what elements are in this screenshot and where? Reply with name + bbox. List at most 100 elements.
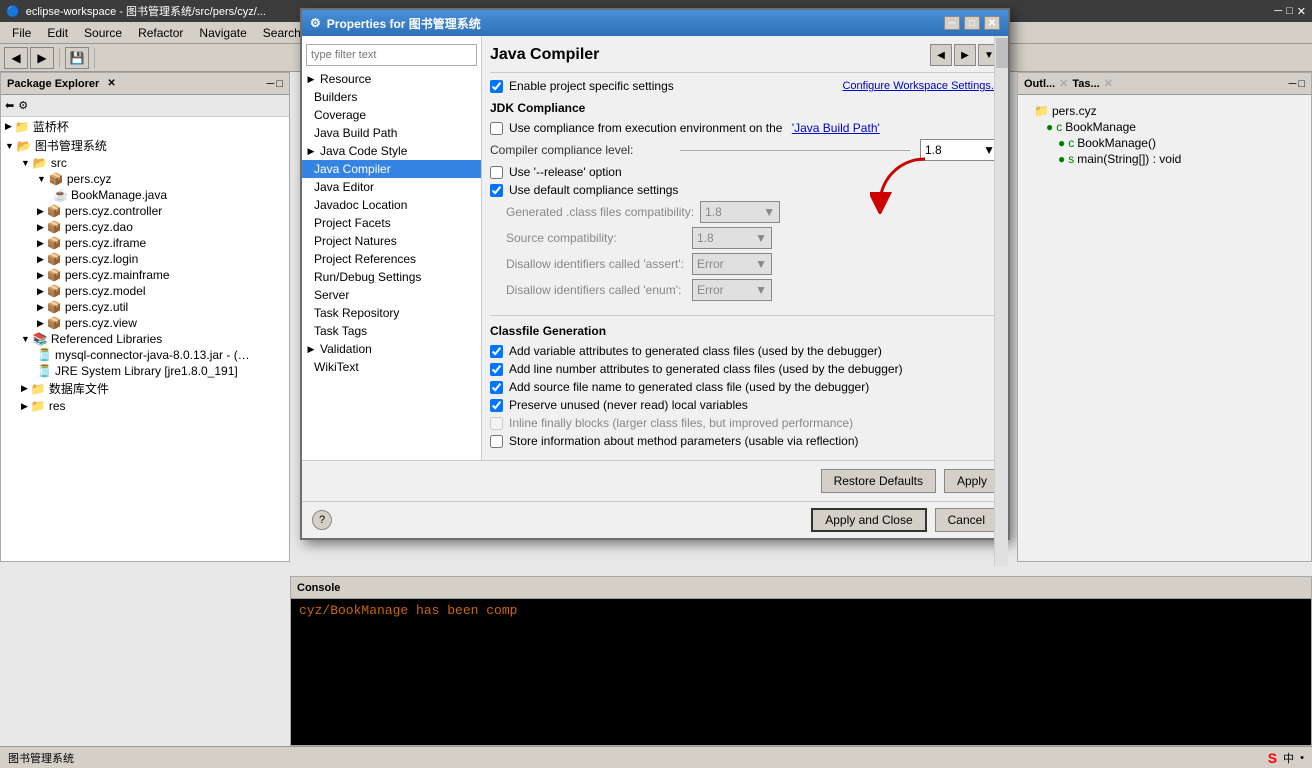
java-build-path-link[interactable]: 'Java Build Path' — [792, 121, 880, 135]
use-default-row: Use default compliance settings — [490, 183, 1000, 197]
nav-item-resource[interactable]: ▶ Resource — [302, 70, 481, 88]
outline-header: Outl... ✕ Tas... ✕ ─ □ — [1018, 73, 1311, 95]
classfile-label-1: Add line number attributes to generated … — [509, 362, 903, 376]
jdk-compliance-section: JDK Compliance — [490, 101, 1000, 115]
enum-value: Error — [697, 283, 724, 297]
dialog-close-btn[interactable]: ✕ — [984, 16, 1000, 30]
nav-label: Project Natures — [314, 234, 397, 248]
compiler-level-row: Compiler compliance level: 1.8 ▼ — [490, 139, 1000, 161]
classfile-label-2: Add source file name to generated class … — [509, 380, 869, 394]
status-icon-zh: 中 — [1283, 750, 1294, 766]
nav-item-project-references[interactable]: Project References — [302, 250, 481, 268]
nav-filter-input[interactable] — [306, 44, 477, 66]
use-compliance-row: Use compliance from execution environmen… — [490, 121, 1000, 135]
minimize-outline-icon[interactable]: ─ — [1289, 78, 1297, 90]
nav-item-javadoc[interactable]: Javadoc Location — [302, 196, 481, 214]
console-output: cyz/BookManage has been comp — [291, 599, 1311, 745]
status-dots: • — [1300, 752, 1304, 764]
nav-item-coverage[interactable]: Coverage — [302, 106, 481, 124]
dialog-nav: ▶ Resource Builders Coverage Java Build … — [302, 36, 482, 460]
tasks-tab[interactable]: Tas... — [1072, 78, 1099, 90]
generated-class-value: 1.8 — [705, 205, 722, 219]
classfile-label-0: Add variable attributes to generated cla… — [509, 344, 882, 358]
apply-and-close-button[interactable]: Apply and Close — [811, 508, 926, 532]
use-compliance-label: Use compliance from execution environmen… — [509, 121, 786, 135]
enable-project-specific-checkbox[interactable] — [490, 80, 503, 93]
help-icon[interactable]: ? — [312, 510, 332, 530]
classfile-cb-4 — [490, 417, 503, 430]
configure-workspace-link[interactable]: Configure Workspace Settings... — [842, 80, 1000, 92]
classfile-label-5: Store information about method parameter… — [509, 434, 859, 448]
panel-back-btn[interactable]: ◀ — [930, 44, 952, 66]
use-default-checkbox[interactable] — [490, 184, 503, 197]
separator — [680, 150, 910, 151]
dialog-right-panel: Java Compiler ◀ ▶ ▼ Enable project speci… — [482, 36, 1008, 460]
generated-class-dropdown[interactable]: 1.8 ▼ — [700, 201, 780, 223]
dialog-actions-row: Restore Defaults Apply — [302, 460, 1008, 501]
enable-project-specific-row: Enable project specific settings Configu… — [490, 79, 1000, 93]
nav-label: Coverage — [314, 108, 366, 122]
classfile-item-4: Inline finally blocks (larger class file… — [490, 416, 1000, 430]
properties-dialog: ⚙ Properties for 图书管理系统 ─ □ ✕ ▶ Resource — [300, 8, 1010, 540]
classfile-item-2: Add source file name to generated class … — [490, 380, 1000, 394]
console-text: cyz/BookManage has been comp — [299, 603, 517, 618]
cancel-button[interactable]: Cancel — [935, 508, 998, 532]
use-compliance-checkbox[interactable] — [490, 122, 503, 135]
source-compat-row: Source compatibility: 1.8 ▼ — [490, 227, 1000, 249]
nav-item-project-natures[interactable]: Project Natures — [302, 232, 481, 250]
classfile-cb-5[interactable] — [490, 435, 503, 448]
classfile-cb-1[interactable] — [490, 363, 503, 376]
use-release-checkbox[interactable] — [490, 166, 503, 179]
nav-label: WikiText — [314, 360, 359, 374]
right-panel-scrollbar[interactable] — [994, 36, 1008, 566]
nav-item-project-facets[interactable]: Project Facets — [302, 214, 481, 232]
assert-dropdown[interactable]: Error ▼ — [692, 253, 772, 275]
compiler-level-dropdown[interactable]: 1.8 ▼ — [920, 139, 1000, 161]
dialog-maximize-btn[interactable]: □ — [964, 16, 980, 30]
nav-item-task-repo[interactable]: Task Repository — [302, 304, 481, 322]
nav-item-run-debug[interactable]: Run/Debug Settings — [302, 268, 481, 286]
maximize-outline-icon[interactable]: □ — [1298, 78, 1305, 90]
nav-label: Project References — [314, 252, 416, 266]
dialog-title-icon: ⚙ — [310, 16, 321, 30]
classfile-item-3: Preserve unused (never read) local varia… — [490, 398, 1000, 412]
use-release-label: Use '--release' option — [509, 165, 622, 179]
nav-label: Java Compiler — [314, 162, 391, 176]
nav-item-java-code-style[interactable]: ▶ Java Code Style — [302, 142, 481, 160]
outline-item-main[interactable]: ●smain(String[]) : void — [1026, 151, 1303, 167]
nav-label: Task Repository — [314, 306, 399, 320]
restore-defaults-button[interactable]: Restore Defaults — [821, 469, 936, 493]
nav-item-server[interactable]: Server — [302, 286, 481, 304]
status-text: 图书管理系统 — [8, 750, 74, 766]
nav-item-java-build-path[interactable]: Java Build Path — [302, 124, 481, 142]
classfile-section-label: Classfile Generation — [490, 324, 1000, 338]
expand-icon: ▶ — [306, 344, 316, 354]
classfile-label-3: Preserve unused (never read) local varia… — [509, 398, 748, 412]
dialog-minimize-btn[interactable]: ─ — [944, 16, 960, 30]
nav-item-wikitext[interactable]: WikiText — [302, 358, 481, 376]
nav-label: Java Build Path — [314, 126, 397, 140]
outline-item-constructor[interactable]: ●cBookManage() — [1026, 135, 1303, 151]
nav-label: Java Editor — [314, 180, 374, 194]
dropdown-arrow: ▼ — [763, 205, 775, 219]
classfile-cb-3[interactable] — [490, 399, 503, 412]
outline-tab[interactable]: Outl... — [1024, 78, 1055, 90]
nav-item-builders[interactable]: Builders — [302, 88, 481, 106]
classfile-cb-0[interactable] — [490, 345, 503, 358]
nav-item-java-editor[interactable]: Java Editor — [302, 178, 481, 196]
outline-item-bookmgr[interactable]: ●cBookManage — [1026, 119, 1303, 135]
nav-item-validation[interactable]: ▶ Validation — [302, 340, 481, 358]
eclipse-status-bar: 图书管理系统 S 中 • — [0, 746, 1312, 768]
nav-item-java-compiler[interactable]: Java Compiler — [302, 160, 481, 178]
classfile-cb-2[interactable] — [490, 381, 503, 394]
nav-item-task-tags[interactable]: Task Tags — [302, 322, 481, 340]
outline-item-project[interactable]: 📁pers.cyz — [1026, 103, 1303, 119]
apply-button[interactable]: Apply — [944, 469, 1000, 493]
nav-label: Builders — [314, 90, 357, 104]
source-compat-dropdown[interactable]: 1.8 ▼ — [692, 227, 772, 249]
panel-forward-btn[interactable]: ▶ — [954, 44, 976, 66]
expand-icon: ▶ — [306, 146, 316, 156]
enum-dropdown[interactable]: Error ▼ — [692, 279, 772, 301]
console-header: Console — [291, 577, 1311, 599]
tasks-tab-close: ✕ — [1104, 77, 1113, 90]
